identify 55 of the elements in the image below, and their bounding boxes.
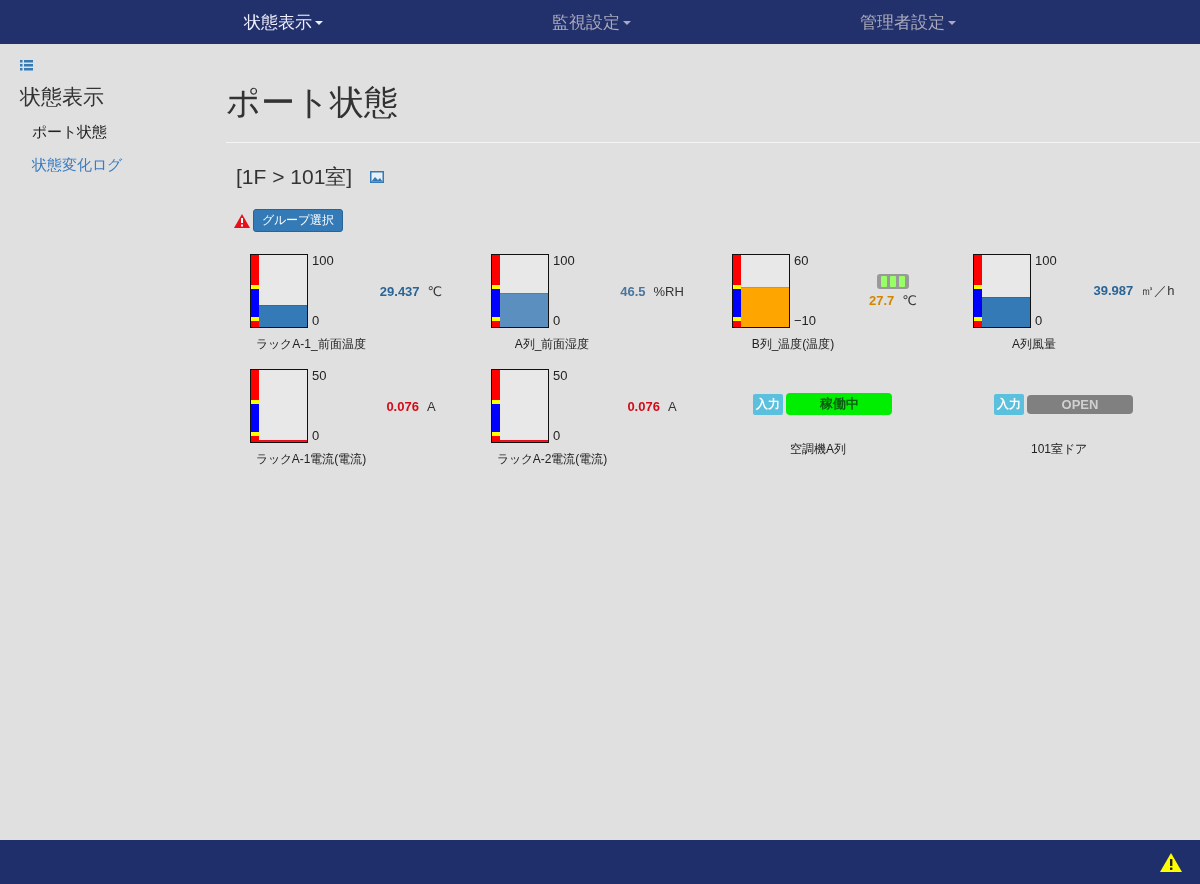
- scale-max-label: 50: [312, 369, 328, 383]
- scale-min-label: 0: [1035, 314, 1044, 328]
- scale-min-label: 0: [553, 314, 562, 328]
- threshold-band-drawing: [492, 255, 500, 327]
- value-text: 46.5: [620, 283, 646, 299]
- warning-icon: [234, 213, 250, 228]
- page-title: ポート状態: [226, 82, 399, 123]
- unit-text: %RH: [653, 283, 684, 299]
- threshold-band-drawing: [492, 370, 500, 442]
- nav-menu[interactable]: 管理者設定: [859, 10, 956, 34]
- scale-max-label: 60: [794, 254, 810, 268]
- threshold-band-drawing: [974, 255, 982, 327]
- scale-min-label: 0: [553, 429, 562, 443]
- status-badge: OPEN: [1027, 394, 1133, 414]
- threshold-band-drawing: [733, 255, 741, 327]
- group-select-button[interactable]: グループ選択: [253, 209, 343, 232]
- port-name: 101室ドア: [1030, 441, 1088, 458]
- status-badge: 稼働中: [786, 393, 892, 415]
- port-name: A列風量: [1011, 336, 1057, 353]
- port-name: ラックA-1_前面温度: [255, 336, 367, 353]
- input-tag: 入力: [753, 393, 783, 415]
- threshold-band-drawing: [251, 370, 259, 442]
- unit-text: ℃: [427, 283, 443, 299]
- port-name: ラックA-1電流(電流): [254, 451, 368, 468]
- scale-min-label: −10: [794, 314, 818, 328]
- value-text: 39.987: [1093, 283, 1134, 298]
- value-text: 0.076: [627, 398, 660, 414]
- image-icon[interactable]: [370, 171, 385, 183]
- scale-min-label: 0: [312, 314, 321, 328]
- port-name: 空調機A列: [789, 441, 847, 458]
- sidebar-title: 状態表示: [20, 84, 104, 110]
- port-name: ラックA-2電流(電流): [495, 451, 609, 468]
- value-text: 29.437: [379, 283, 420, 299]
- unit-text: A: [667, 398, 677, 414]
- sidebar-item[interactable]: 状態変化ログ: [32, 156, 122, 175]
- scale-max-label: 100: [312, 254, 335, 268]
- scale-min-label: 0: [312, 429, 321, 443]
- nav-menu[interactable]: 状態表示: [244, 10, 324, 34]
- value-text: 0.076: [386, 398, 419, 414]
- warning-icon[interactable]: [1160, 852, 1182, 872]
- list-icon[interactable]: [20, 60, 33, 71]
- nav-menu[interactable]: 監視設定: [552, 10, 631, 34]
- input-tag: 入力: [994, 393, 1024, 415]
- scale-max-label: 100: [1035, 254, 1058, 268]
- value-text: 27.7: [869, 293, 895, 308]
- port-name: B列_温度(温度): [750, 336, 836, 353]
- scale-max-label: 50: [553, 369, 569, 383]
- location-title: [1F > 101室]: [236, 164, 353, 190]
- unit-text: ℃: [902, 293, 917, 308]
- sidebar-item[interactable]: ポート状態: [32, 123, 107, 142]
- port-name: A列_前面湿度: [513, 336, 591, 353]
- unit-text: A: [426, 398, 436, 414]
- scale-max-label: 100: [553, 254, 576, 268]
- threshold-band-drawing: [251, 255, 259, 327]
- unit-text: ㎥／h: [1141, 282, 1175, 300]
